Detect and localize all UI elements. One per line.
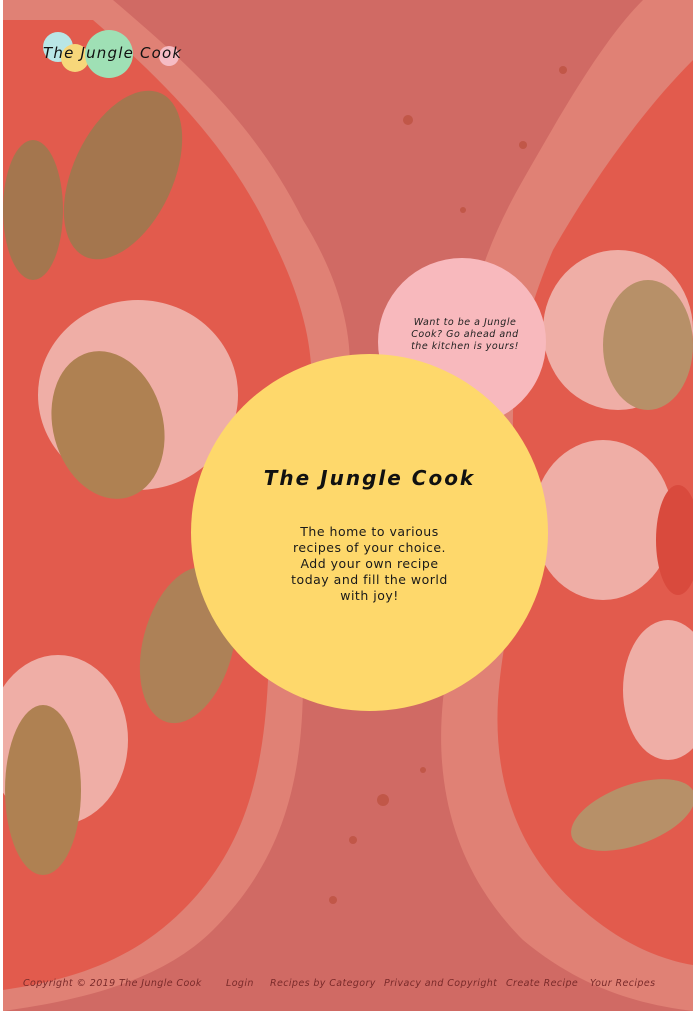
footer-link-recipes-by-category[interactable]: Recipes by Category bbox=[270, 978, 376, 989]
footer-link-privacy-and-copyright[interactable]: Privacy and Copyright bbox=[384, 978, 497, 989]
footer-link-login[interactable]: Login bbox=[226, 978, 254, 989]
hero-tagline: The home to various recipes of your choi… bbox=[291, 524, 448, 603]
landing-page: The Jungle Cook Want to be a Jungle Cook… bbox=[3, 0, 693, 1011]
footer-link-create-recipe[interactable]: Create Recipe bbox=[506, 978, 578, 989]
logo[interactable]: The Jungle Cook bbox=[41, 30, 191, 78]
footer: Copyright © 2019 The Jungle Cook Login R… bbox=[3, 978, 693, 996]
copyright-text: Copyright © 2019 The Jungle Cook bbox=[23, 978, 202, 989]
footer-link-your-recipes[interactable]: Your Recipes bbox=[590, 978, 655, 989]
hero-title: The Jungle Cook bbox=[263, 466, 476, 490]
logo-text: The Jungle Cook bbox=[43, 44, 183, 62]
join-bubble-text: Want to be a Jungle Cook? Go ahead and t… bbox=[411, 317, 519, 352]
